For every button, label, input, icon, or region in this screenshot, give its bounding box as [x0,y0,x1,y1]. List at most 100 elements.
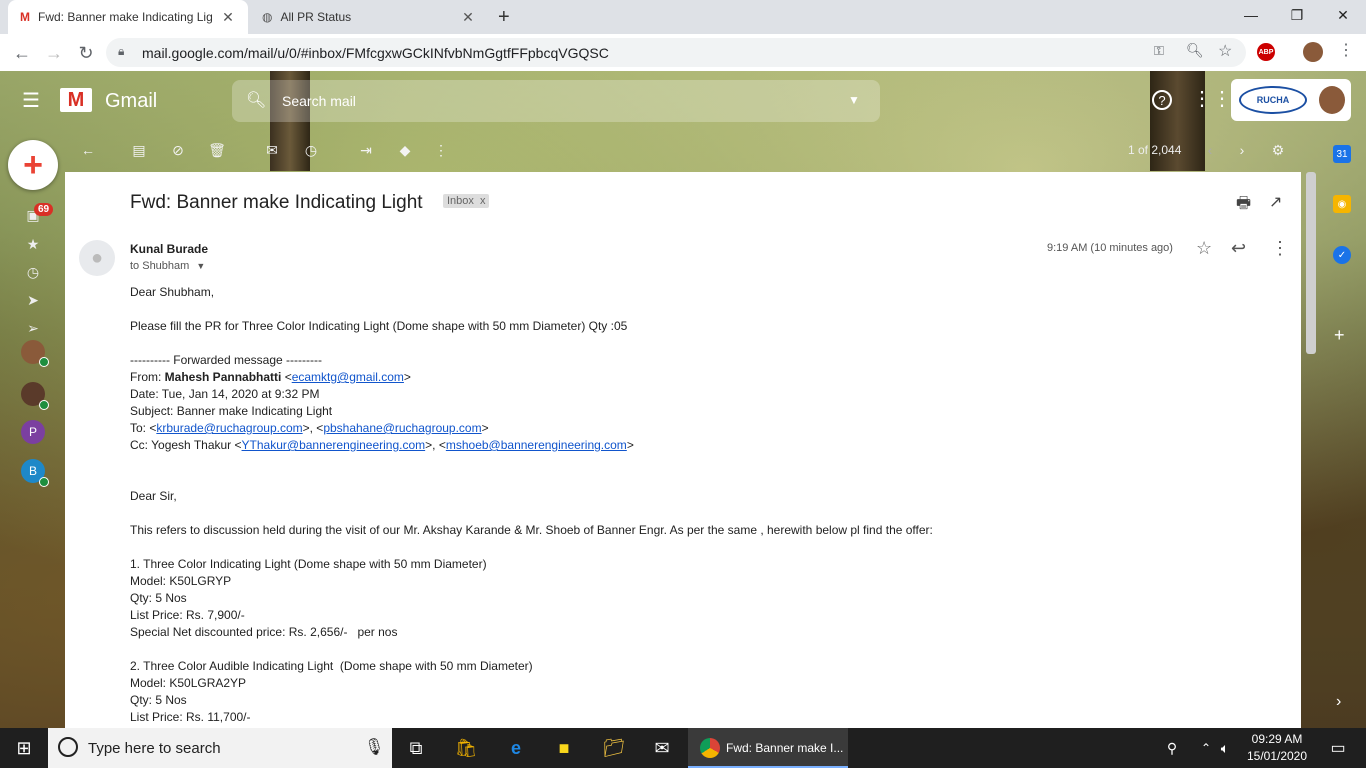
search-box[interactable]: 🔍︎ Search mail ▼ [232,80,880,122]
offer-item-line: Model: K50LGRYP [130,574,232,588]
from-email-link[interactable]: ecamktg@gmail.com [292,370,404,384]
forward-icon[interactable]: → [40,39,68,67]
reply-icon[interactable]: ↩ [1231,238,1246,259]
important-icon[interactable]: ➤ [20,289,46,311]
more-options-icon[interactable]: ⋮ [431,140,451,160]
offer-item-line: List Price: Rs. 7,900/- [130,608,245,622]
label-text: Inbox [447,195,474,207]
adblock-icon[interactable]: ABP [1257,43,1275,61]
account-brand-panel[interactable]: RUCHA [1231,79,1351,121]
show-side-panel-icon[interactable]: › [1336,693,1341,711]
edge-icon[interactable]: e [492,728,540,768]
main-menu-icon[interactable]: ☰ [22,88,40,113]
sent-icon[interactable]: ➢ [20,317,46,339]
clock-date[interactable]: 15/01/2020 [1246,749,1308,763]
close-window-icon[interactable]: ✕ [1320,0,1366,30]
volume-icon[interactable]: 🔈︎ [1210,728,1240,768]
omnibox[interactable]: 🔒︎ mail.google.com/mail/u/0/#inbox/FMfcg… [106,38,1246,67]
snoozed-icon[interactable]: ◷ [20,261,46,283]
store-icon[interactable]: 🛍︎ [442,728,490,768]
report-spam-icon[interactable]: ⊘ [168,140,188,160]
clock-time[interactable]: 09:29 AM [1250,732,1304,746]
gmail-favicon-icon: M [20,10,30,24]
date-line: Date: Tue, Jan 14, 2020 at 9:32 PM [130,387,320,401]
search-input[interactable]: Search mail [282,93,356,109]
starred-icon[interactable]: ★ [20,233,46,255]
label-icon[interactable]: ◆ [395,140,415,160]
sender-name[interactable]: Kunal Burade [130,242,208,256]
cc-line: Cc: Yogesh Thakur <YThakur@bannerenginee… [130,438,634,452]
windows-start-icon[interactable]: ⊞ [0,728,48,768]
scrollbar-thumb[interactable] [1306,172,1316,354]
settings-gear-icon[interactable]: ⚙ [1268,140,1288,160]
cc-email-link[interactable]: mshoeb@bannerengineering.com [446,438,627,452]
calendar-icon[interactable]: 31 [1333,145,1351,163]
minimize-icon[interactable]: — [1228,0,1274,30]
search-options-icon[interactable]: ▼ [848,93,860,107]
delete-icon[interactable]: 🗑︎ [207,140,227,160]
compose-button[interactable]: + [8,140,58,190]
mail-app-icon[interactable]: ✉ [638,728,686,768]
reload-icon[interactable]: ↻ [72,39,100,67]
gmail-logo-icon[interactable]: M [60,88,92,112]
taskbar-search-box[interactable]: Type here to search 🎙︎ [48,728,392,768]
separator: >, < [302,421,324,435]
message-more-icon[interactable]: ⋮ [1271,238,1289,259]
newer-icon[interactable]: ‹ [1200,140,1220,160]
cc-email-link[interactable]: YThakur@bannerengineering.com [242,438,426,452]
tab-pr-status[interactable]: ◍ All PR Status ✕ [250,0,488,34]
microphone-icon[interactable]: 🎙︎ [364,737,384,757]
move-to-icon[interactable]: ⇥ [356,140,376,160]
back-icon[interactable]: ← [8,39,36,67]
to-label: To: < [130,421,157,435]
mark-unread-icon[interactable]: ✉ [262,140,282,160]
open-new-window-icon[interactable]: ↗ [1269,192,1282,212]
taskbar-search-placeholder[interactable]: Type here to search [88,740,221,757]
search-icon[interactable]: 🔍︎ [246,90,266,110]
hangouts-avatar-p[interactable]: P [21,420,45,444]
subject-line: Subject: Banner make Indicating Light [130,404,333,418]
sticky-notes-icon[interactable]: ■ [540,728,588,768]
cc-label: Cc: Yogesh Thakur < [130,438,242,452]
to-email-link[interactable]: pbshahane@ruchagroup.com [323,421,481,435]
task-view-icon[interactable]: ⧉ [392,728,440,768]
keep-icon[interactable]: ◉ [1333,195,1351,213]
message-pane: Fwd: Banner make Indicating Light Inbox … [65,172,1301,728]
recipient-text: to Shubham [130,260,190,272]
separator: > [481,421,489,435]
inbox-label-chip[interactable]: Inbox x [443,194,490,208]
help-icon[interactable]: ? [1152,90,1172,110]
taskbar-chrome-window[interactable]: Fwd: Banner make I... [688,728,848,768]
from-name: Mahesh Pannabhatti [164,370,282,384]
back-to-inbox-icon[interactable]: ← [78,140,98,160]
recipient-summary[interactable]: to Shubham ▼ [130,260,205,272]
to-email-link[interactable]: krburade@ruchagroup.com [156,421,302,435]
tab-gmail[interactable]: M Fwd: Banner make Indicating Lig ✕ [8,0,248,34]
star-icon[interactable]: ☆ [1196,238,1212,259]
older-icon[interactable]: › [1232,140,1252,160]
account-avatar[interactable] [1319,86,1345,114]
snooze-icon[interactable]: ◷ [301,140,321,160]
offer-item-line: Special Net discounted price: Rs. 2,656/… [130,625,398,639]
zoom-icon[interactable]: 🔍︎ [1186,42,1204,59]
archive-icon[interactable]: ▤ [129,140,149,160]
close-tab-icon[interactable]: ✕ [460,9,476,26]
chrome-menu-icon[interactable]: ⋮ [1338,40,1354,60]
url-text[interactable]: mail.google.com/mail/u/0/#inbox/FMfcgxwG… [142,45,609,61]
close-tab-icon[interactable]: ✕ [220,9,236,26]
rucha-logo-icon: RUCHA [1239,86,1307,114]
print-icon[interactable]: 🖶︎ [1236,192,1251,219]
show-details-icon[interactable]: ▼ [196,261,205,271]
remove-label-icon[interactable]: x [480,195,486,207]
bookmark-star-icon[interactable]: ☆ [1218,41,1232,61]
action-center-icon[interactable]: ▭ [1314,728,1362,768]
new-tab-icon[interactable]: + [498,6,510,29]
restore-icon[interactable]: ❐ [1274,0,1320,30]
sender-avatar[interactable]: ● [79,240,115,276]
online-status-dot [39,477,49,487]
file-explorer-icon[interactable]: 📁︎ [590,728,638,768]
profile-avatar[interactable] [1303,42,1323,62]
add-addon-icon[interactable]: + [1334,325,1345,346]
tasks-icon[interactable]: ✓ [1333,246,1351,264]
key-icon[interactable]: ⚿ [1154,43,1164,59]
